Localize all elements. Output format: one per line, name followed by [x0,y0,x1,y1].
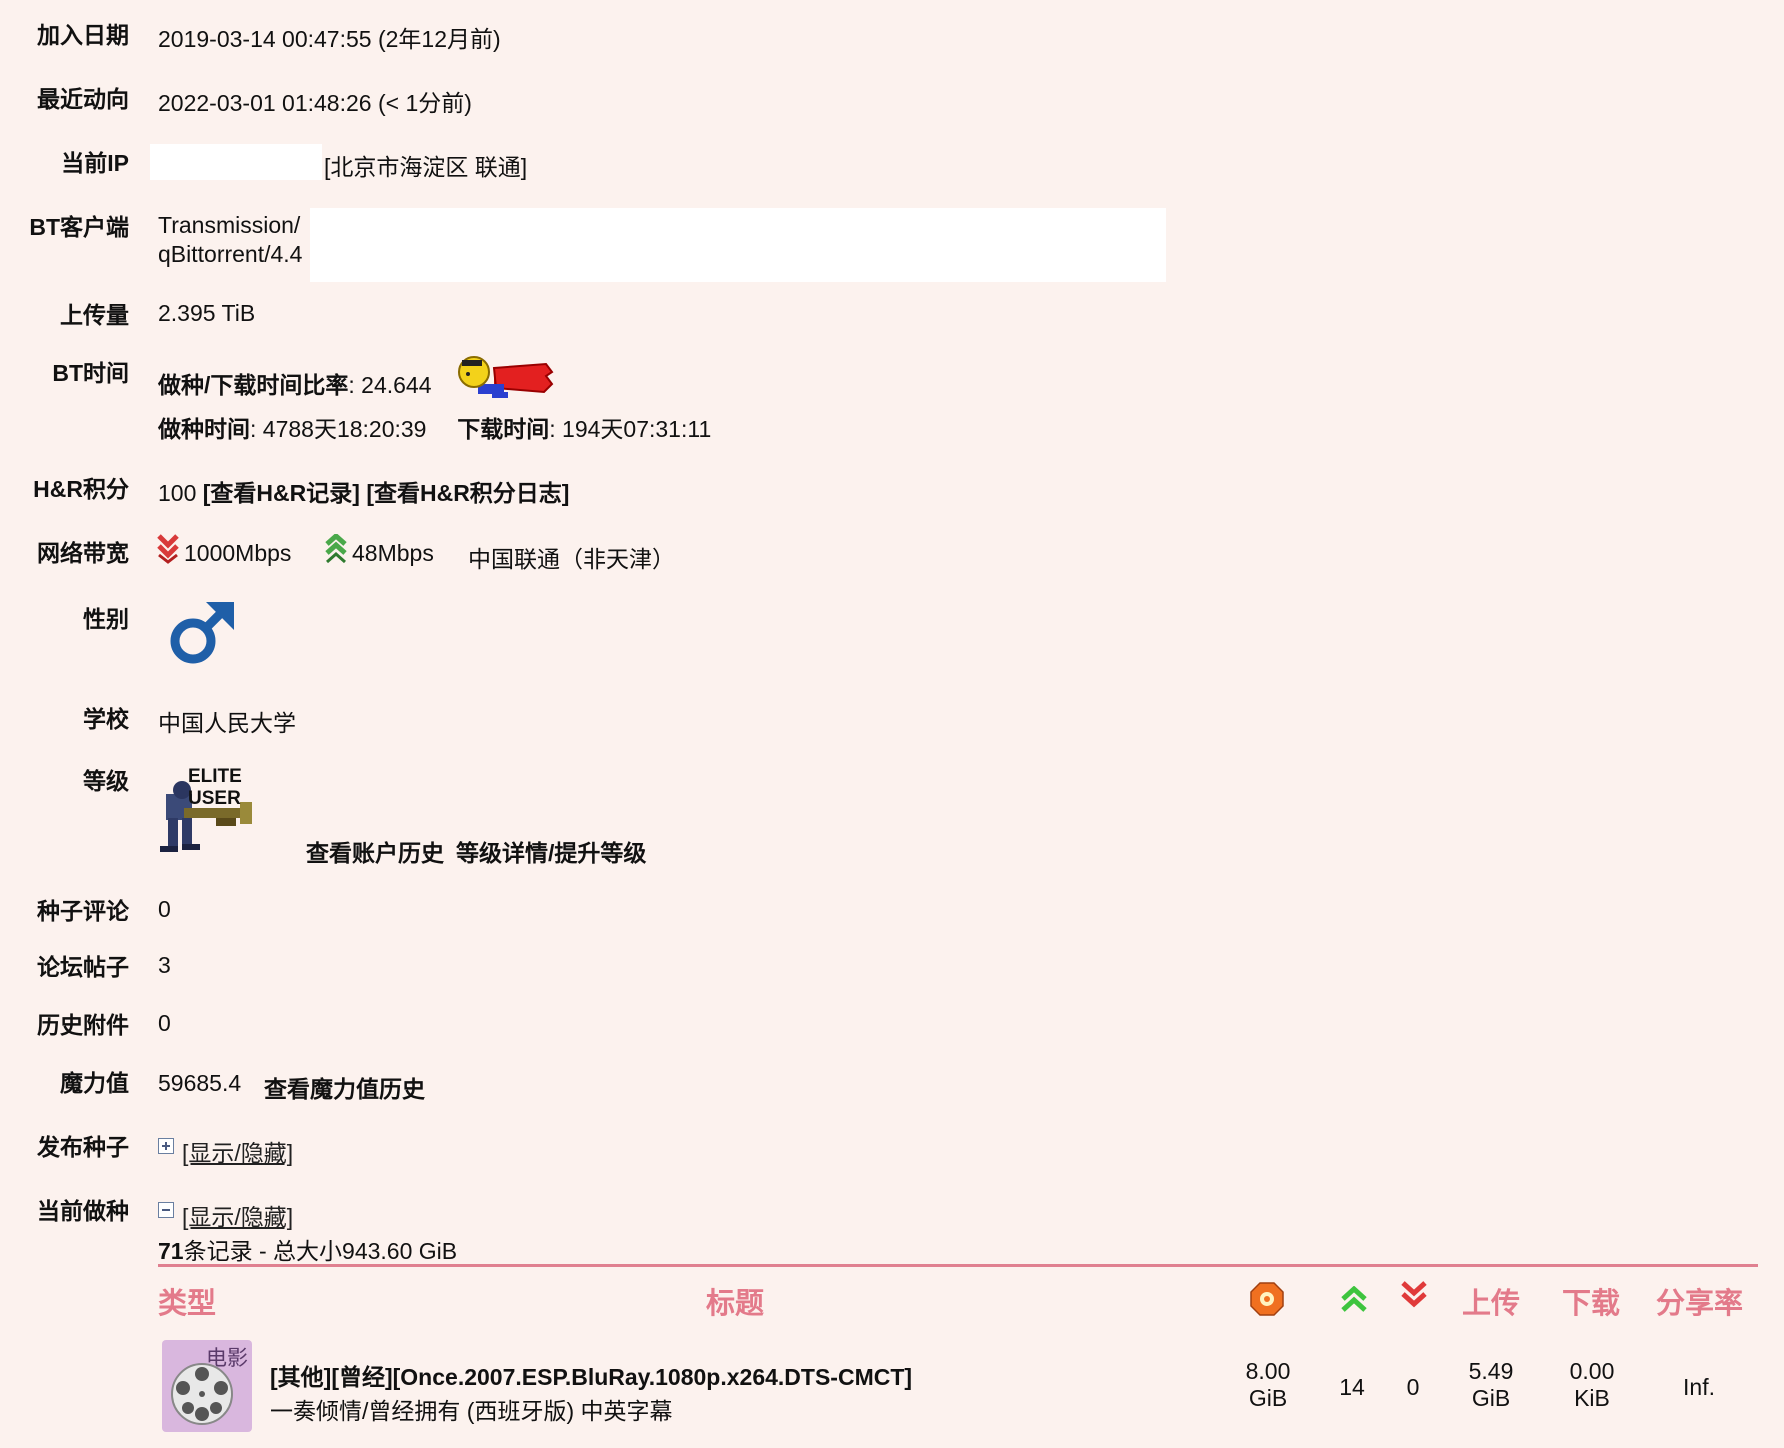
bt-client-label: BT客户端 [29,214,129,240]
seeding-count: 71 [158,1238,184,1264]
download-speed-icon [157,534,179,564]
torrent-comments-value: 0 [158,896,171,922]
school-label: 学校 [83,706,129,732]
seeders-icon[interactable] [1340,1286,1368,1314]
bonus-label: 魔力值 [60,1070,129,1096]
seed-download-time: 做种时间: 4788天18:20:39 下载时间: 194天07:31:11 [158,410,711,444]
up-speed-value: 48Mbps [352,540,434,566]
header-type[interactable]: 类型 [158,1280,216,1322]
badge-line2: USER [188,788,241,809]
uploaded-amount: 5.49 GiB [1456,1358,1526,1412]
header-title[interactable]: 标题 [706,1280,764,1322]
class-label: 等级 [83,768,129,794]
bonus-value: 59685.4 [158,1070,242,1096]
hr-label: H&R积分 [33,476,129,502]
downloaded-unit: KiB [1574,1385,1610,1411]
join-date-value: 2019-03-14 00:47:55 (2年12月前) [158,26,501,52]
ip-location: [北京市海淀区 联通] [324,154,528,180]
torrent-comments-label: 种子评论 [37,898,129,924]
table-divider [158,1264,1758,1267]
hr-log-link[interactable]: [查看H&R积分日志] [366,480,569,506]
size-unit: GiB [1248,1385,1288,1411]
male-gender-icon [170,602,234,664]
school-value: 中国人民大学 [158,710,296,736]
hr-record-link[interactable]: [查看H&R记录] [203,480,360,506]
download-time-label: 下载时间 [457,416,550,442]
last-action-label: 最近动向 [37,86,129,112]
user-profile-page: 加入日期 2019-03-14 00:47:55 (2年12月前) 最近动向 2… [0,0,1784,1448]
down-speed-value: 1000Mbps [184,540,292,566]
upload-speed-icon [325,534,347,564]
seeders-count[interactable]: 14 [1330,1374,1374,1401]
leechers-count[interactable]: 0 [1396,1374,1430,1401]
current-seeding-label: 当前做种 [37,1198,129,1224]
collapse-minus-icon[interactable] [158,1202,174,1218]
uploaded-unit: GiB [1471,1385,1511,1411]
badge-line1: ELITE [188,766,242,787]
torrent-subtitle: 一奏倾情/曾经拥有 (西班牙版) 中英字幕 [270,1398,673,1424]
client-redaction [310,208,1166,282]
film-reel-icon [171,1363,233,1425]
bandwidth-label: 网络带宽 [37,540,129,566]
join-date-label: 加入日期 [37,22,129,48]
bonus-history-link[interactable]: 查看魔力值历史 [264,1070,425,1104]
isp-value: 中国联通（非天津） [468,546,675,572]
uploaded-torrents-label: 发布种子 [37,1134,129,1160]
class-details-link[interactable]: 等级详情/提升等级 [456,834,646,868]
uploaded-num: 5.49 [1468,1358,1514,1384]
size-disc-icon[interactable] [1250,1282,1284,1316]
history-attachments-value: 0 [158,1010,171,1036]
share-ratio: Inf. [1683,1374,1715,1400]
size-num: 8.00 [1245,1358,1291,1384]
forum-posts-label: 论坛帖子 [37,954,129,980]
forum-posts-value: 3 [158,952,171,978]
seed-ratio-label: 做种/下载时间比率 [158,372,349,398]
bt-client-line2: qBittorrent/4.4 [158,241,303,267]
expand-plus-icon[interactable] [158,1138,174,1154]
seeding-summary: 71条记录 - 总大小943.60 GiB [158,1232,457,1266]
uploaded-show-hide-link[interactable]: [显示/隐藏] [182,1134,293,1168]
account-history-link[interactable]: 查看账户历史 [306,834,444,868]
hr-line: 100 [查看H&R记录] [查看H&R积分日志] [158,474,569,508]
seed-time-value: : 4788天18:20:39 [250,416,427,442]
seed-ratio: 做种/下载时间比率: 24.644 [158,366,432,400]
current-ip-label: 当前IP [61,150,129,176]
header-ratio[interactable]: 分享率 [1656,1280,1743,1322]
leechers-icon[interactable] [1400,1280,1428,1308]
upload-value: 2.395 TiB [158,300,256,326]
hr-value: 100 [158,480,197,506]
flying-superman-icon [458,356,554,398]
download-time-value: : 194天07:31:11 [549,416,712,442]
last-action-value: 2022-03-01 01:48:26 (< 1分前) [158,90,472,116]
bt-client-line1: Transmission/ [158,212,301,238]
header-upload[interactable]: 上传 [1462,1280,1520,1322]
upload-label: 上传量 [60,302,129,328]
torrent-title-link[interactable]: [其他][曾经][Once.2007.ESP.BluRay.1080p.x264… [270,1358,912,1392]
table-row: 电影 [其他][曾经][Once.2007.ESP.BluRay.1080p.x… [0,1340,1784,1436]
downloaded-num: 0.00 [1569,1358,1615,1384]
history-attachments-label: 历史附件 [37,1012,129,1038]
seeding-summary-text: 条记录 - 总大小943.60 GiB [183,1238,458,1264]
seeding-table-header: 类型 标题 上传 下载 分享率 [0,1276,1784,1320]
seed-time-label: 做种时间 [158,416,250,442]
bt-time-label: BT时间 [52,360,129,386]
downloaded-amount: 0.00 KiB [1556,1358,1628,1412]
elite-user-badge: ELITE USER [156,762,256,858]
ip-redaction [150,144,322,180]
gender-label: 性别 [83,606,129,632]
torrent-size: 8.00 GiB [1234,1358,1302,1412]
seeding-show-hide-link[interactable]: [显示/隐藏] [182,1198,293,1232]
movie-category-icon[interactable]: 电影 [162,1340,252,1432]
seed-ratio-value: : 24.644 [348,372,432,398]
header-download[interactable]: 下载 [1562,1280,1620,1322]
